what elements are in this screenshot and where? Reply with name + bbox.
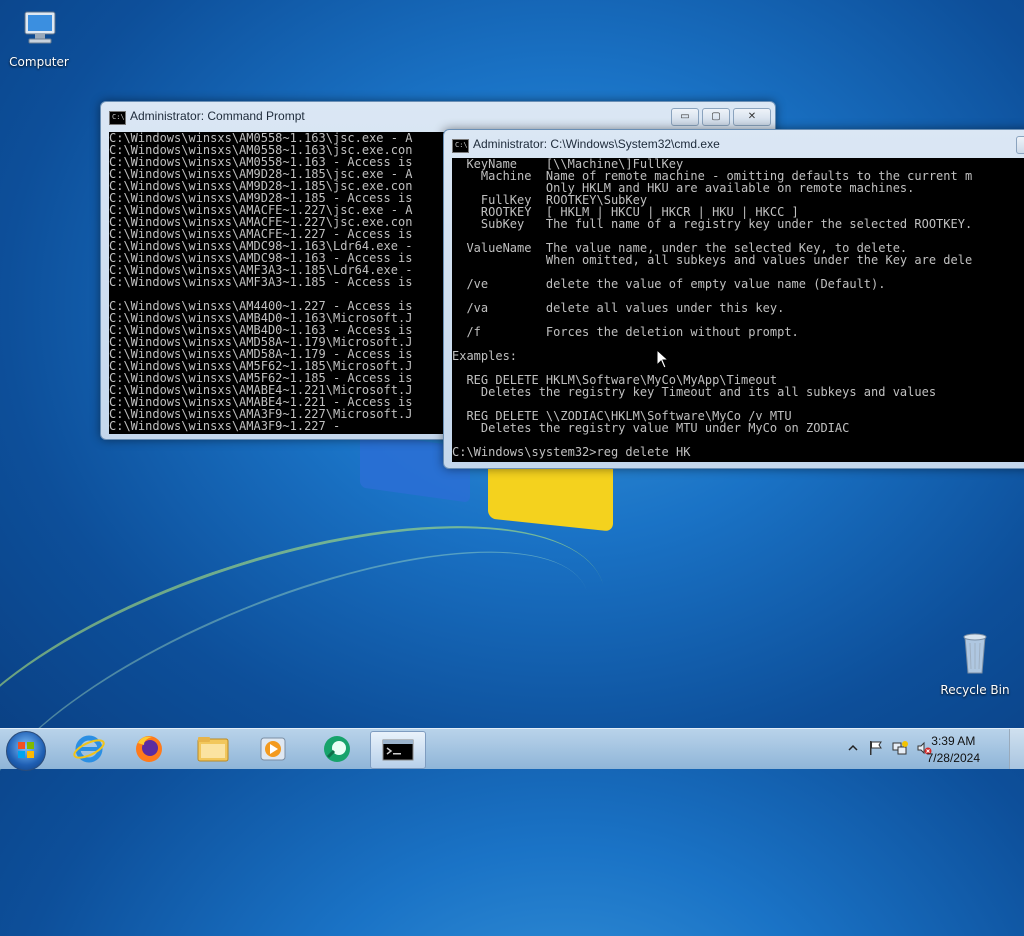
window-titlebar[interactable]: C:\ Administrator: C:\Windows\System32\c… <box>444 130 1024 160</box>
computer-icon <box>24 11 56 44</box>
desktop-icon-recycle-bin[interactable]: Recycle Bin <box>939 630 1011 697</box>
window-title: Administrator: Command Prompt <box>130 109 305 123</box>
console-output-background[interactable]: C:\Windows\winsxs\AM0558~1.163\jsc.exe -… <box>109 132 449 434</box>
minimize-button[interactable] <box>1016 136 1024 154</box>
taskbar-command-prompt[interactable] <box>370 731 426 769</box>
cmd-icon: C:\ <box>452 139 469 153</box>
taskbar-internet-explorer[interactable] <box>62 731 116 767</box>
green-app-icon <box>324 736 350 762</box>
clock-time: 3:39 AM <box>931 734 976 748</box>
action-center-flag-icon[interactable] <box>868 740 884 756</box>
folder-icon <box>197 737 229 762</box>
show-hidden-icons-arrow-icon[interactable] <box>848 743 858 753</box>
desktop-icon-computer[interactable]: Computer <box>3 8 75 69</box>
cmd-icon: C:\ <box>109 111 126 125</box>
start-button[interactable] <box>6 731 46 771</box>
cmd-window-foreground[interactable]: C:\ Administrator: C:\Windows\System32\c… <box>443 129 1024 469</box>
maximize-button[interactable]: ▢ <box>702 108 730 126</box>
console-line: Deletes the registry key Timeout and its… <box>452 385 937 399</box>
console-output[interactable]: KeyName [\\Machine\]FullKey Machine Name… <box>452 158 1024 462</box>
taskbar-file-explorer[interactable] <box>186 731 240 767</box>
close-button[interactable]: ✕ <box>733 108 771 126</box>
console-line: SubKey The full name of a registry key u… <box>452 217 973 231</box>
windows-logo-icon <box>18 742 34 758</box>
network-icon[interactable] <box>892 740 908 756</box>
minimize-button[interactable]: ▭ <box>671 108 699 126</box>
window-title: Administrator: C:\Windows\System32\cmd.e… <box>473 137 720 151</box>
show-desktop-button[interactable] <box>1009 729 1024 769</box>
console-line: C:\Windows\winsxs\AMF3A3~1.185 - Access … <box>109 275 413 289</box>
taskbar-firefox[interactable] <box>122 731 176 767</box>
desktop-icon-label: Recycle Bin <box>940 683 1010 697</box>
command-prompt-icon <box>382 739 414 761</box>
internet-explorer-icon <box>73 735 105 763</box>
console-line: /ve delete the value of empty value name… <box>452 277 886 291</box>
taskbar: 3:39 AM 7/28/2024 <box>0 728 1024 771</box>
console-line: Deletes the registry value MTU under MyC… <box>452 421 850 435</box>
firefox-icon <box>136 736 162 762</box>
clock[interactable]: 3:39 AM 7/28/2024 <box>927 733 980 767</box>
console-line: C:\Windows\system32>reg delete HK <box>452 445 691 459</box>
console-line: Examples: <box>452 349 518 363</box>
console-line: C:\Windows\winsxs\AMA3F9~1.227 - <box>109 419 341 433</box>
taskbar-app-green[interactable] <box>310 731 364 767</box>
console-line: /f Forces the deletion without prompt. <box>452 325 799 339</box>
mouse-cursor-icon <box>656 349 670 369</box>
clock-date: 7/28/2024 <box>926 751 980 765</box>
media-player-icon <box>260 737 286 761</box>
window-titlebar[interactable]: C:\ Administrator: Command Prompt ▭ ▢ ✕ <box>101 102 775 132</box>
desktop-icon-label: Computer <box>9 55 69 69</box>
console-line: /va delete all values under this key. <box>452 301 785 315</box>
console-line: When omitted, all subkeys and values und… <box>452 253 973 267</box>
recycle-bin-icon <box>963 633 987 674</box>
taskbar-media-player[interactable] <box>246 731 300 767</box>
